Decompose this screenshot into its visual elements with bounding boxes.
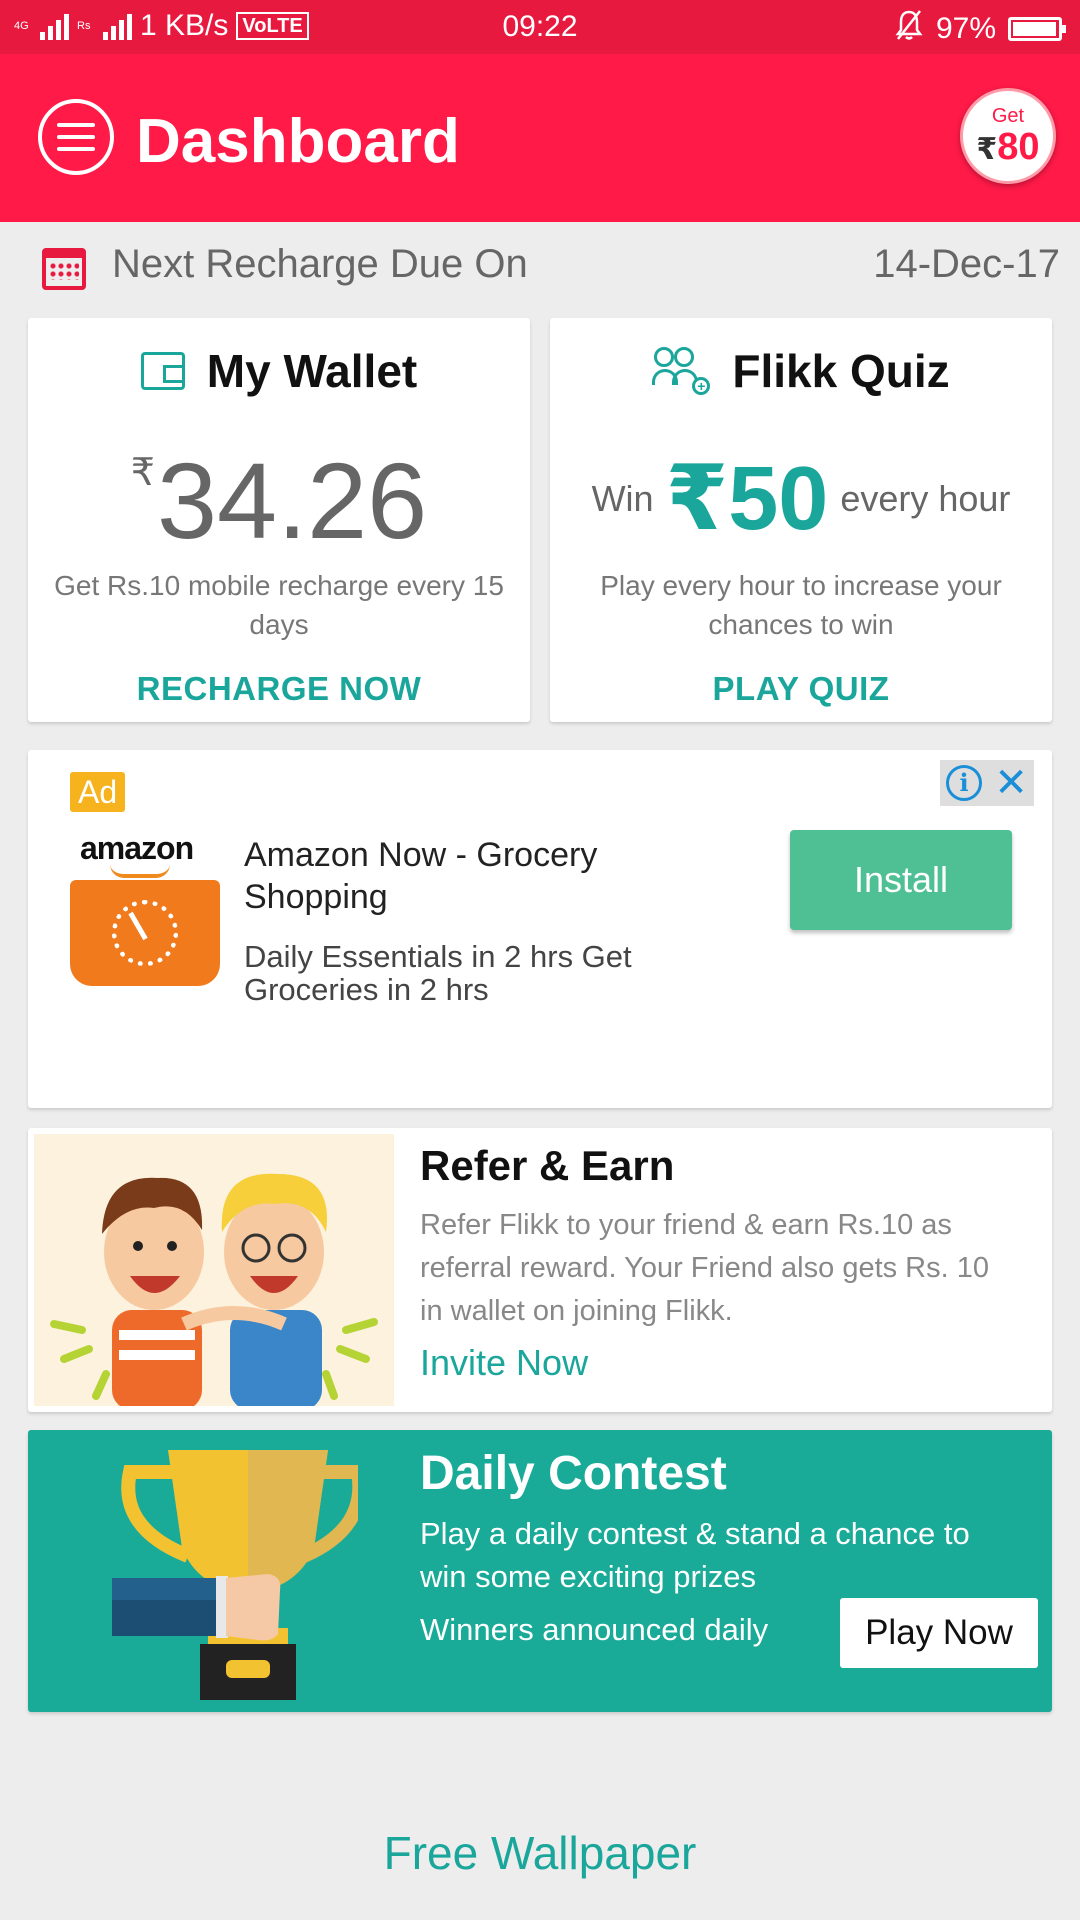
- ad-title[interactable]: Amazon Now - Grocery Shopping: [244, 834, 664, 918]
- refer-title: Refer & Earn: [420, 1142, 675, 1189]
- quiz-description: Play every hour to increase your chances…: [600, 570, 1002, 640]
- refer-description: Refer Flikk to your friend & earn Rs.10 …: [420, 1209, 989, 1327]
- win-prefix: Win: [591, 477, 654, 519]
- wallet-title: My Wallet: [206, 345, 418, 397]
- recharge-now-button[interactable]: RECHARGE NOW: [28, 670, 530, 708]
- quiz-prize: Win ₹50 every hour: [550, 446, 1052, 551]
- referral-reward-badge[interactable]: Get ₹80: [960, 88, 1056, 184]
- amazon-app-logo[interactable]: amazon: [70, 830, 220, 986]
- ad-card[interactable]: Ad i ✕ amazon Amazon Now - Grocery Shopp…: [28, 750, 1052, 1108]
- ad-description: Daily Essentials in 2 hrs Get Groceries …: [244, 939, 632, 1007]
- recharge-due-row: Next Recharge Due On 14-Dec-17: [0, 222, 1080, 312]
- close-icon[interactable]: ✕: [994, 763, 1028, 803]
- app-header: Dashboard Get ₹80: [0, 54, 1080, 222]
- ad-controls: i ✕: [940, 760, 1034, 806]
- win-suffix: every hour: [840, 477, 1011, 519]
- recharge-due-label: Next Recharge Due On: [112, 242, 528, 286]
- quiz-card[interactable]: + Flikk Quiz Win ₹50 every hour Play eve…: [550, 318, 1052, 722]
- clock-icon: [112, 900, 178, 966]
- contest-title: Daily Contest: [420, 1447, 727, 1500]
- invite-now-link[interactable]: Invite Now: [420, 1342, 588, 1384]
- calendar-icon: [42, 248, 86, 290]
- battery-icon: [1008, 17, 1066, 41]
- battery-percent: 97%: [935, 12, 996, 45]
- menu-icon[interactable]: [38, 99, 114, 175]
- install-button[interactable]: Install: [790, 830, 1012, 930]
- page-title: Dashboard: [136, 107, 460, 176]
- play-quiz-button[interactable]: PLAY QUIZ: [550, 670, 1052, 708]
- wallet-icon: [140, 352, 185, 390]
- status-right: 97%: [894, 9, 1066, 49]
- wallet-description: Get Rs.10 mobile recharge every 15 days: [54, 570, 504, 640]
- badge-get-label: Get: [991, 105, 1025, 127]
- badge-amount: 80: [997, 126, 1040, 168]
- contest-note: Winners announced daily: [420, 1612, 769, 1647]
- info-icon[interactable]: i: [946, 765, 983, 801]
- amazon-wordmark: amazon: [80, 830, 194, 866]
- contest-description: Play a daily contest & stand a chance to…: [420, 1516, 970, 1594]
- amazon-now-icon: [70, 880, 220, 986]
- bell-muted-icon: [894, 9, 924, 49]
- free-wallpaper-link[interactable]: Free Wallpaper: [0, 1826, 1080, 1880]
- rupee-icon: ₹: [976, 133, 998, 166]
- amazon-smile-icon: [110, 864, 170, 878]
- play-now-button[interactable]: Play Now: [840, 1598, 1038, 1668]
- wallet-amount: 34.26: [156, 440, 428, 561]
- trophy-illustration: [68, 1438, 367, 1708]
- wallet-balance: ₹34.26: [28, 438, 530, 563]
- wallet-card[interactable]: My Wallet ₹34.26 Get Rs.10 mobile rechar…: [28, 318, 530, 722]
- quiz-title: Flikk Quiz: [732, 345, 950, 397]
- rupee-icon: ₹: [130, 452, 155, 494]
- daily-contest-card[interactable]: Daily Contest Play a daily contest & sta…: [28, 1430, 1052, 1712]
- users-add-icon: +: [652, 347, 711, 395]
- refer-earn-card[interactable]: Refer & Earn Refer Flikk to your friend …: [28, 1128, 1052, 1412]
- ad-label: Ad: [70, 772, 126, 812]
- status-bar: 4G Rs 1 KB/s VoLTE 09:22 97%: [0, 0, 1080, 54]
- win-amount: ₹50: [665, 449, 829, 549]
- recharge-due-date: 14-Dec-17: [873, 242, 1060, 286]
- friends-illustration: [34, 1134, 394, 1406]
